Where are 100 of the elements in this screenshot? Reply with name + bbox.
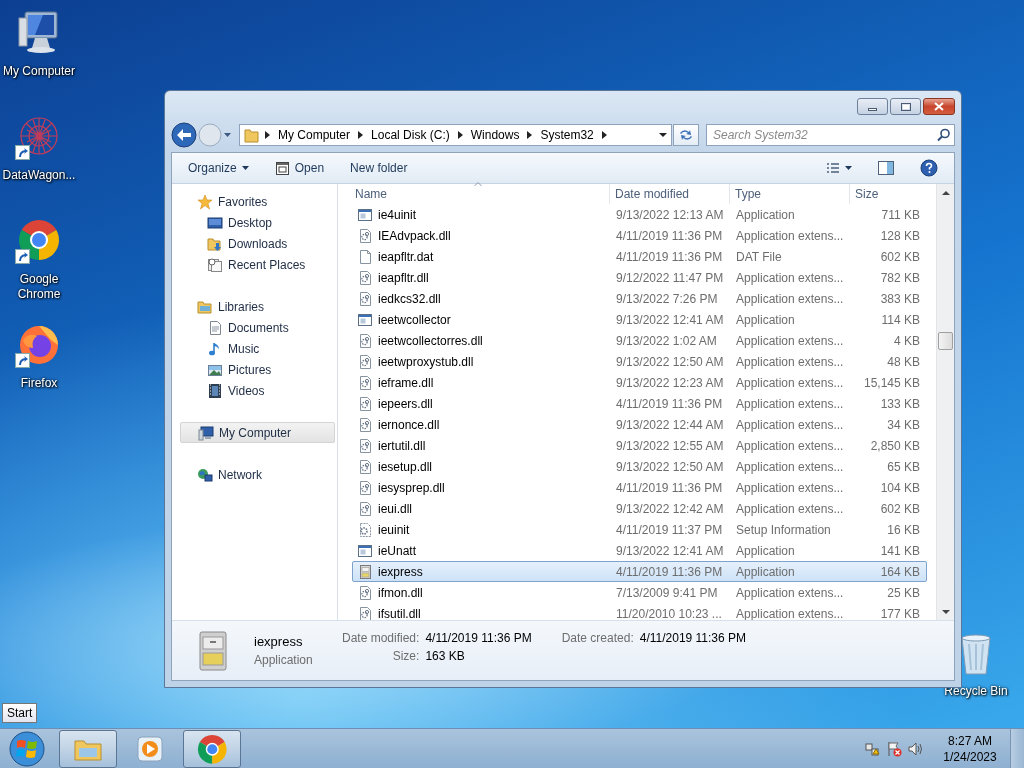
file-name[interactable]: ieetwproxystub.dll xyxy=(353,353,611,370)
chevron-icon[interactable] xyxy=(456,130,464,140)
chevron-icon[interactable] xyxy=(526,130,534,140)
file-row[interactable]: IEAdvpack.dll 4/11/2019 11:36 PM Application extens... 128 KB xyxy=(352,225,927,246)
scrollbar[interactable] xyxy=(936,184,954,620)
column-header[interactable]: Size xyxy=(850,184,924,204)
nav-item[interactable]: Libraries xyxy=(180,296,335,317)
breadcrumb[interactable]: Local Disk (C:) xyxy=(369,128,452,142)
file-name[interactable]: iexpress xyxy=(353,563,611,580)
chevron-icon[interactable] xyxy=(600,130,608,140)
file-name[interactable]: ieetwcollector xyxy=(353,311,611,328)
window-icon[interactable] xyxy=(274,160,290,176)
nav-item[interactable]: Videos xyxy=(180,380,335,401)
minimize-button[interactable] xyxy=(857,98,888,115)
file-row[interactable]: ieframe.dll 9/13/2022 12:23 AM Application extens... 15,145 KB xyxy=(352,372,927,393)
new-folder-button[interactable]: New folder xyxy=(344,158,414,178)
desktop-icon-label[interactable]: My Computer xyxy=(0,64,78,79)
chevron-icon[interactable] xyxy=(264,130,271,140)
refresh-button[interactable] xyxy=(673,124,699,146)
nav-item[interactable]: Pictures xyxy=(180,359,335,380)
windows-logo-icon[interactable] xyxy=(9,730,45,767)
close-icon[interactable] xyxy=(934,102,944,111)
maximize-button[interactable] xyxy=(890,98,921,115)
file-row[interactable]: ieuinit 4/11/2019 11:37 PM Setup Information 16 KB xyxy=(352,519,927,540)
preview-pane-icon[interactable] xyxy=(878,161,894,175)
file-name[interactable]: ieframe.dll xyxy=(353,374,611,391)
nav-item[interactable]: Favorites xyxy=(180,191,335,212)
scroll-thumb[interactable] xyxy=(938,332,953,350)
file-row[interactable]: ieetwcollectorres.dll 9/13/2022 1:02 AM Application extens... 4 KB xyxy=(352,330,927,351)
file-row[interactable]: iesysprep.dll 4/11/2019 11:36 PM Application extens... 104 KB xyxy=(352,477,927,498)
file-name[interactable]: iedkcs32.dll xyxy=(353,290,611,307)
help-icon[interactable] xyxy=(920,159,938,177)
flag-icon[interactable] xyxy=(886,740,902,757)
nav-item[interactable]: Network xyxy=(180,464,335,485)
file-name[interactable]: IEAdvpack.dll xyxy=(353,227,611,244)
back-button[interactable] xyxy=(171,122,197,148)
file-name[interactable]: iertutil.dll xyxy=(353,437,611,454)
caret-icon[interactable] xyxy=(845,165,852,171)
column-header[interactable]: Type xyxy=(730,184,850,204)
file-name[interactable]: iernonce.dll xyxy=(353,416,611,433)
file-name[interactable]: iesetup.dll xyxy=(353,458,611,475)
clock-time[interactable]: 8:27 AM xyxy=(948,732,992,749)
maximize-icon[interactable] xyxy=(900,102,911,111)
search-icon[interactable] xyxy=(937,128,950,142)
clock-date[interactable]: 1/24/2023 xyxy=(943,748,997,765)
file-row[interactable]: ieapfltr.dll 9/12/2022 11:47 PM Application extens... 782 KB xyxy=(352,267,927,288)
file-name[interactable]: ifmon.dll xyxy=(353,584,611,601)
file-row[interactable]: iedkcs32.dll 9/13/2022 7:26 PM Application extens... 383 KB xyxy=(352,288,927,309)
file-name[interactable]: ieUnatt xyxy=(353,542,611,559)
file-row[interactable]: ieetwproxystub.dll 9/13/2022 12:50 AM Application extens... 48 KB xyxy=(352,351,927,372)
file-name[interactable]: ieapfltr.dll xyxy=(353,269,611,286)
file-row[interactable]: iepeers.dll 4/11/2019 11:36 PM Application extens... 133 KB xyxy=(352,393,927,414)
file-name[interactable]: ie4uinit xyxy=(353,206,611,223)
file-name[interactable]: ieuinit xyxy=(353,521,611,538)
file-name[interactable]: ieui.dll xyxy=(353,500,611,517)
history-dropdown[interactable] xyxy=(223,131,232,139)
taskbar-app[interactable] xyxy=(59,729,117,768)
file-name[interactable]: ifsutil.dll xyxy=(353,605,611,622)
nav-item[interactable]: Desktop xyxy=(180,212,335,233)
desktop-icon-label[interactable]: Google Chrome xyxy=(0,272,78,302)
scroll-down-icon[interactable] xyxy=(941,608,950,615)
file-row[interactable]: ieapfltr.dat 4/11/2019 11:36 PM DAT File 602 KB xyxy=(352,246,927,267)
desktop-icon-label[interactable]: DataWagon... xyxy=(0,168,78,183)
refresh-icon[interactable] xyxy=(678,127,694,143)
file-name[interactable]: ieapfltr.dat xyxy=(353,248,611,265)
address-bar[interactable]: My Computer Local Disk (C:) Windows System32 xyxy=(239,124,672,146)
file-name[interactable]: iesysprep.dll xyxy=(353,479,611,496)
nav-item[interactable]: Downloads xyxy=(180,233,335,254)
file-name[interactable]: iepeers.dll xyxy=(353,395,611,412)
list-view-icon[interactable] xyxy=(826,162,840,174)
organize-button[interactable]: Organize xyxy=(182,158,255,178)
breadcrumb[interactable]: System32 xyxy=(538,128,596,142)
file-row[interactable]: ie4uinit 9/13/2022 12:13 AM Application 711 KB xyxy=(352,204,927,225)
chevron-icon[interactable] xyxy=(357,130,365,140)
nav-item[interactable]: Music xyxy=(180,338,335,359)
file-row[interactable]: ifsutil.dll 11/20/2010 10:23 ... Application extens... 177 KB xyxy=(352,603,927,624)
caret-icon[interactable] xyxy=(241,165,249,171)
file-name[interactable]: ieetwcollectorres.dll xyxy=(353,332,611,349)
nav-item[interactable]: Documents xyxy=(180,317,335,338)
file-row[interactable]: ieetwcollector 9/13/2022 12:41 AM Application 114 KB xyxy=(352,309,927,330)
taskbar-app[interactable] xyxy=(183,729,241,768)
file-row[interactable]: iernonce.dll 9/13/2022 12:44 AM Application extens... 34 KB xyxy=(352,414,927,435)
file-row[interactable]: ieui.dll 9/13/2022 12:42 AM Application extens... 602 KB xyxy=(352,498,927,519)
network-icon[interactable] xyxy=(864,740,880,757)
open-button[interactable]: Open xyxy=(268,157,331,179)
breadcrumb[interactable]: My Computer xyxy=(276,128,353,142)
file-row[interactable]: iesetup.dll 9/13/2022 12:50 AM Application extens... 65 KB xyxy=(352,456,927,477)
dropdown-arrow-icon[interactable] xyxy=(659,132,667,138)
breadcrumb[interactable]: Windows xyxy=(468,128,522,142)
search-input[interactable]: Search System32 xyxy=(713,126,937,144)
column-header[interactable]: Date modified xyxy=(610,184,730,204)
close-button[interactable] xyxy=(923,98,955,115)
file-row[interactable]: ieUnatt 9/13/2022 12:41 AM Application 141 KB xyxy=(352,540,927,561)
nav-item[interactable]: My Computer xyxy=(180,422,335,443)
speaker-icon[interactable] xyxy=(908,740,924,757)
file-row[interactable]: iexpress 4/11/2019 11:36 PM Application 164 KB xyxy=(352,561,927,582)
desktop-icon-label[interactable]: Firefox xyxy=(0,376,78,391)
file-row[interactable]: iertutil.dll 9/13/2022 12:55 AM Application extens... 2,850 KB xyxy=(352,435,927,456)
nav-item[interactable]: Recent Places xyxy=(180,254,335,275)
search-field[interactable]: Search System32 xyxy=(706,124,955,146)
